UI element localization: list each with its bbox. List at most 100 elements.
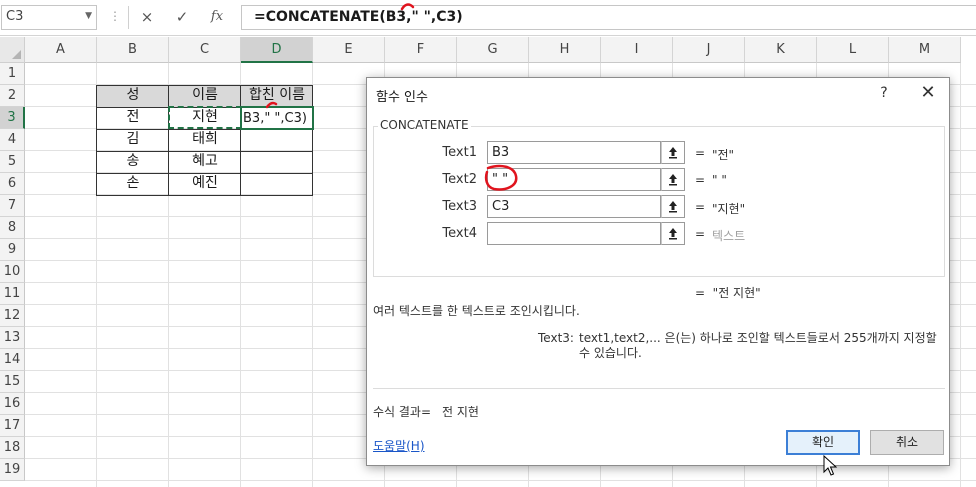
table-cell[interactable]: 혜고 <box>169 151 241 173</box>
row-header-17[interactable]: 17 <box>0 415 25 437</box>
row-header-12[interactable]: 12 <box>0 305 25 327</box>
row-header-14[interactable]: 14 <box>0 349 25 371</box>
insert-function-icon[interactable]: fx <box>207 7 227 27</box>
cancel-button[interactable]: 취소 <box>870 430 944 455</box>
row-header-10[interactable]: 10 <box>0 261 25 283</box>
table-header-cell[interactable]: 성 <box>97 85 169 107</box>
row-header-8[interactable]: 8 <box>0 217 25 239</box>
formula-result-value: 전 지현 <box>442 405 479 419</box>
arg-label-text2: Text2 <box>442 172 477 187</box>
active-cell-content: B3," ",C3) <box>243 111 307 126</box>
arg-label-text4: Text4 <box>442 226 477 241</box>
arg-detail-text: text1,text2,... 은(는) 하나로 조인할 텍스트들로서 255개… <box>579 331 937 360</box>
column-header-j[interactable]: J <box>673 37 745 63</box>
formula-input[interactable]: =CONCATENATE(B3," ",C3) <box>241 5 976 30</box>
function-result: = "전 지현" <box>695 286 761 300</box>
collapse-dialog-icon[interactable] <box>661 168 685 191</box>
table-cell[interactable]: 김 <box>97 129 169 151</box>
table-cell[interactable]: 예진 <box>169 173 241 195</box>
table-cell[interactable] <box>241 151 313 173</box>
close-icon[interactable]: ✕ <box>915 82 941 104</box>
function-arguments-dialog: 함수 인수 ? ✕ CONCATENATE Text1 B3 = "전" Tex… <box>366 77 950 466</box>
arg-result-text3: "지현" <box>712 202 746 216</box>
row-header-1[interactable]: 1 <box>0 63 25 85</box>
column-header-i[interactable]: I <box>601 37 673 63</box>
arg-input-text4[interactable] <box>487 222 661 245</box>
column-header-g[interactable]: G <box>457 37 529 63</box>
row-header-11[interactable]: 11 <box>0 283 25 305</box>
name-box-value: C3 <box>6 9 24 24</box>
arg-equals: = <box>695 200 706 214</box>
arg-input-text3[interactable]: C3 <box>487 195 661 218</box>
table-cell[interactable] <box>241 173 313 195</box>
row-header-9[interactable]: 9 <box>0 239 25 261</box>
column-header-h[interactable]: H <box>529 37 601 63</box>
function-name: CONCATENATE <box>378 118 471 132</box>
row-header-2[interactable]: 2 <box>0 85 25 107</box>
column-header-l[interactable]: L <box>817 37 889 63</box>
active-cell[interactable]: B3," ",C3) <box>240 106 314 130</box>
row-header-4[interactable]: 4 <box>0 129 25 151</box>
row-header-13[interactable]: 13 <box>0 327 25 349</box>
table-border <box>96 173 313 174</box>
formula-result-label: 수식 결과= <box>373 405 432 419</box>
column-header-b[interactable]: B <box>97 37 169 63</box>
arg-detail-name: Text3: <box>538 331 574 345</box>
help-icon[interactable]: ? <box>873 82 895 104</box>
table-cell[interactable]: 손 <box>97 173 169 195</box>
reference-highlight <box>168 106 242 129</box>
row-header-5[interactable]: 5 <box>0 151 25 173</box>
row-header-6[interactable]: 6 <box>0 173 25 195</box>
arg-result-text1: "전" <box>712 148 735 162</box>
arg-result-text4: 텍스트 <box>712 229 746 243</box>
help-link[interactable]: 도움말(H) <box>373 437 425 454</box>
collapse-dialog-icon[interactable] <box>661 222 685 245</box>
table-header-cell[interactable]: 이름 <box>169 85 241 107</box>
collapse-dialog-icon[interactable] <box>661 141 685 164</box>
table-cell[interactable] <box>241 129 313 151</box>
function-description: 여러 텍스트를 한 텍스트로 조인시킵니다. <box>373 304 580 318</box>
arg-equals: = <box>695 173 706 187</box>
table-border <box>168 85 169 196</box>
ok-button[interactable]: 확인 <box>786 430 860 455</box>
select-all-corner[interactable] <box>0 37 25 63</box>
gridline <box>25 480 976 481</box>
collapse-dialog-icon[interactable] <box>661 195 685 218</box>
table-border <box>96 151 313 152</box>
row-header-16[interactable]: 16 <box>0 393 25 415</box>
mouse-cursor-icon <box>823 455 837 476</box>
arg-label-text1: Text1 <box>442 145 477 160</box>
table-cell[interactable]: 태희 <box>169 129 241 151</box>
arg-label-text3: Text3 <box>442 199 477 214</box>
chevron-down-icon[interactable]: ▼ <box>85 11 92 21</box>
gridline <box>960 63 961 487</box>
column-header-m[interactable]: M <box>889 37 961 63</box>
arg-input-text2[interactable]: " " <box>487 168 661 191</box>
column-header-d[interactable]: D <box>241 37 313 63</box>
column-header-k[interactable]: K <box>745 37 817 63</box>
formula-bar: C3 ▼ ⋮ × ✓ fx =CONCATENATE(B3," ",C3) <box>0 0 976 36</box>
row-header-3[interactable]: 3 <box>0 107 25 129</box>
row-header-19[interactable]: 19 <box>0 459 25 481</box>
row-header-18[interactable]: 18 <box>0 437 25 459</box>
column-header-f[interactable]: F <box>385 37 457 63</box>
table-cell[interactable]: 전 <box>97 107 169 129</box>
row-header-15[interactable]: 15 <box>0 371 25 393</box>
column-header-e[interactable]: E <box>313 37 385 63</box>
row-header-7[interactable]: 7 <box>0 195 25 217</box>
enter-check-icon[interactable]: ✓ <box>172 7 192 27</box>
table-header-cell[interactable]: 합친 이름 <box>241 85 313 107</box>
name-box[interactable]: C3 ▼ <box>1 5 97 30</box>
column-header-a[interactable]: A <box>25 37 97 63</box>
table-cell[interactable]: 송 <box>97 151 169 173</box>
arg-equals: = <box>695 146 706 160</box>
more-options-icon[interactable]: ⋮ <box>109 9 121 23</box>
column-header-c[interactable]: C <box>169 37 241 63</box>
cancel-icon[interactable]: × <box>137 7 157 27</box>
table-border <box>240 85 241 196</box>
arg-result-text2: " " <box>712 173 727 187</box>
formula-bar-divider <box>128 6 129 29</box>
arg-input-text1[interactable]: B3 <box>487 141 661 164</box>
dialog-title: 함수 인수 <box>376 90 428 105</box>
dialog-divider <box>373 388 945 389</box>
